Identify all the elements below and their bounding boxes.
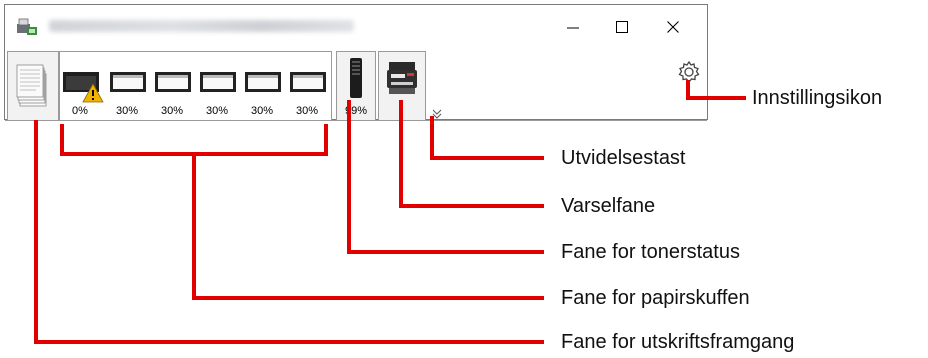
callout-paper-label: Fane for papirskuffen [561, 287, 750, 309]
callout-settings-label: Innstillingsikon [752, 87, 883, 109]
callout-expand-label: Utvidelsestast [561, 147, 686, 169]
callout-alert-label: Varselfane [561, 195, 656, 217]
callout-progress-label: Fane for utskriftsframgang [561, 331, 795, 353]
callout-toner-label: Fane for tonerstatus [561, 241, 740, 263]
callout-lines [34, 80, 746, 344]
